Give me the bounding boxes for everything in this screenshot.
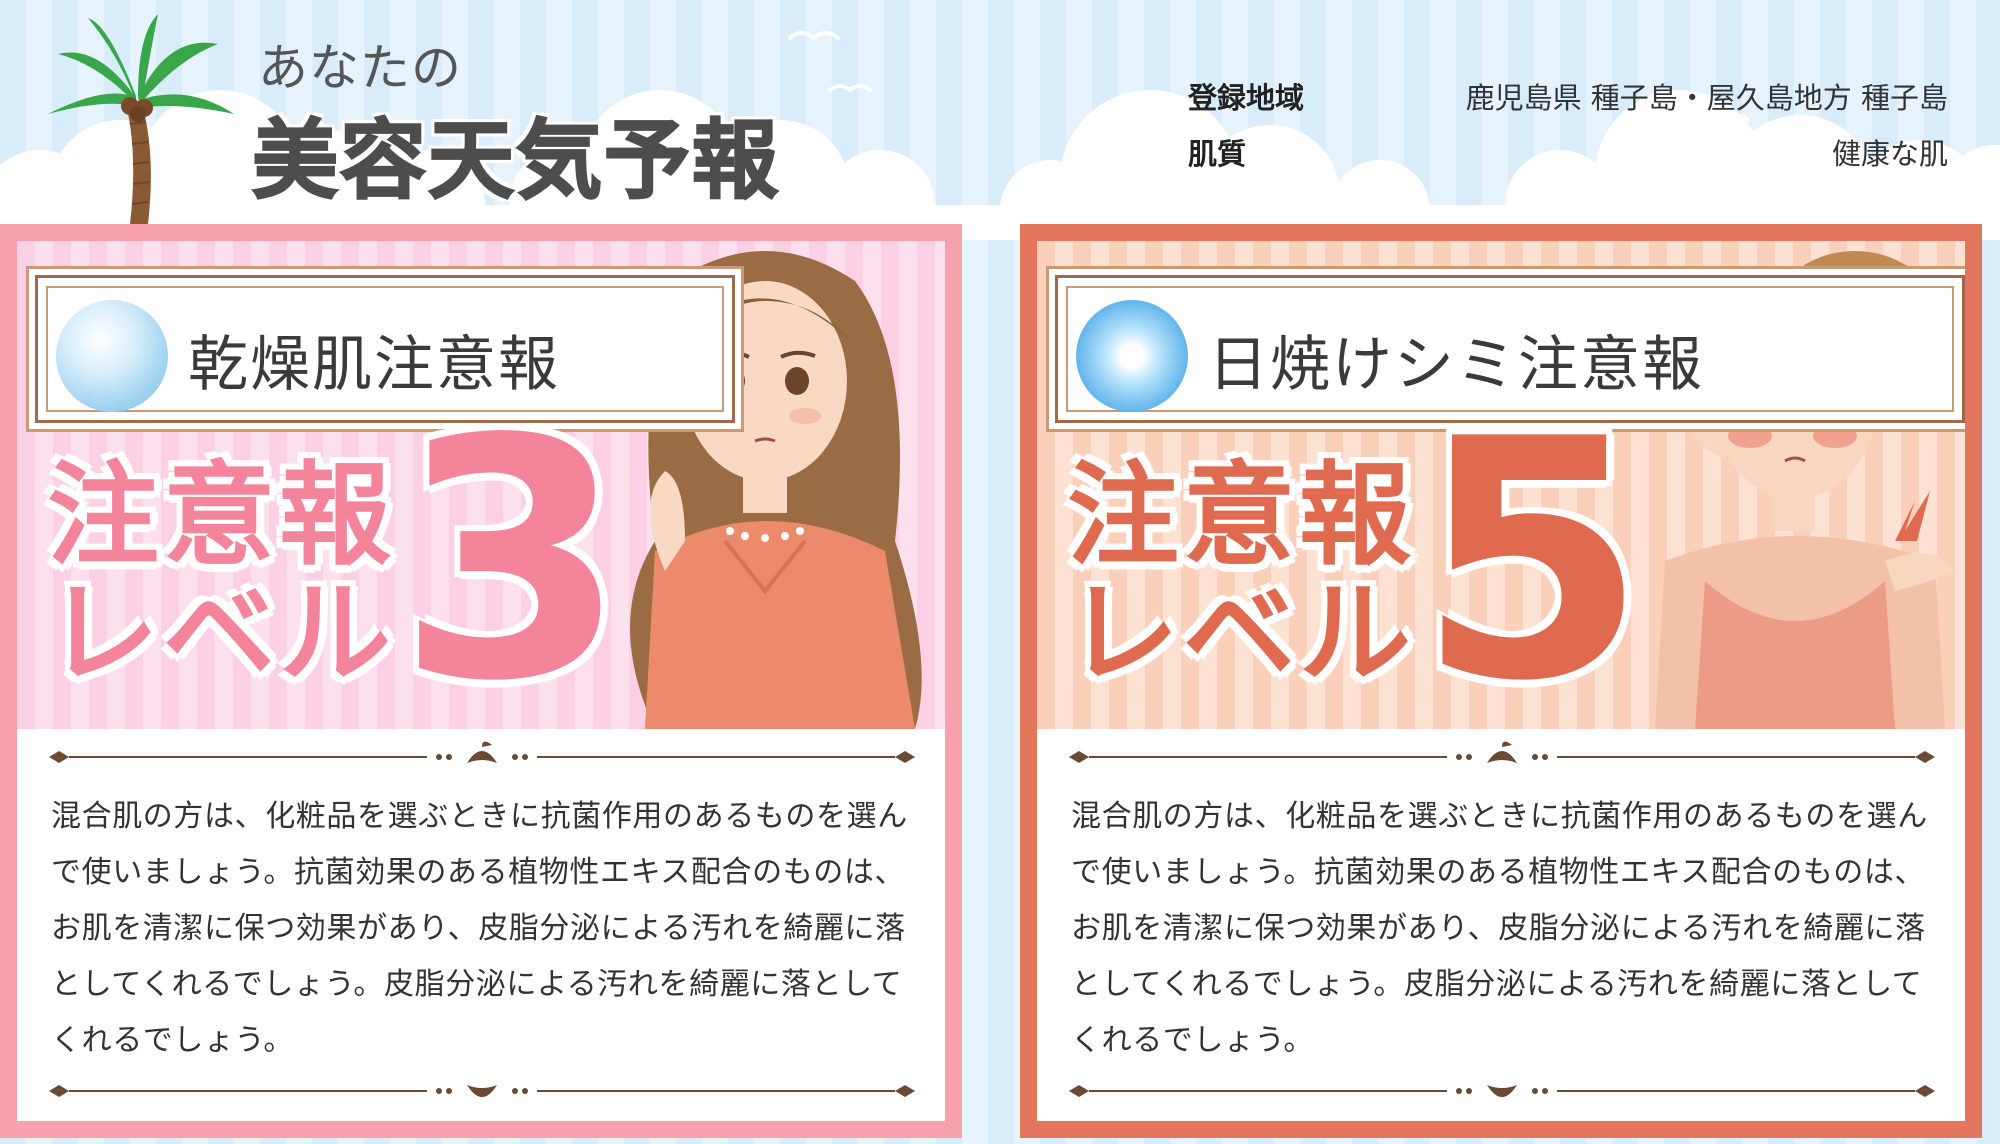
alert-banner: 日焼けシミ注意報 注意報 レベル 5 <box>1037 241 1965 729</box>
skin-type-label: 肌質 <box>1188 137 1247 171</box>
site-logo[interactable]: あなたの 美容天気予報 <box>40 14 800 224</box>
advice-text: 混合肌の方は、化粧品を選ぶときに抗菌作用のあるものを選んで使いましょう。抗菌効果… <box>51 799 908 1058</box>
level-number: 3 <box>397 369 627 729</box>
ornament-divider <box>49 1085 915 1097</box>
sun-burst-icon <box>1076 300 1188 412</box>
region-value: 鹿児島県 種子島・屋久島地方 種子島 <box>1465 81 1948 115</box>
alert-title-box: 乾燥肌注意報 <box>35 275 735 423</box>
user-info-panel: 登録地域 鹿児島県 種子島・屋久島地方 種子島 肌質 健康な肌 <box>1188 68 1948 180</box>
logo-title: 美容天気予報 <box>251 110 780 212</box>
dry-skin-water-icon <box>56 300 168 412</box>
skin-type-value: 健康な肌 <box>1831 137 1948 171</box>
ornament-divider <box>49 741 915 763</box>
alert-banner: 乾燥肌注意報 注意報 レベル 3 <box>17 241 945 729</box>
ornament-divider <box>1069 741 1935 763</box>
sunburn-spot-alert-card: 日焼けシミ注意報 注意報 レベル 5 混合肌の方は、化粧品を選ぶときに抗菌作用の… <box>1020 224 1982 1138</box>
region-label: 登録地域 <box>1188 81 1305 115</box>
advice-text: 混合肌の方は、化粧品を選ぶときに抗菌作用のあるものを選んで使いましょう。抗菌効果… <box>1071 799 1928 1058</box>
level-number: 5 <box>1417 369 1647 729</box>
dry-skin-alert-card: 乾燥肌注意報 注意報 レベル 3 混合肌の方は、化粧品を選ぶときに抗菌作用のある… <box>0 224 962 1138</box>
skin-type-row: 肌質 健康な肌 <box>1188 124 1948 180</box>
region-row: 登録地域 鹿児島県 種子島・屋久島地方 種子島 <box>1188 68 1948 124</box>
ornament-divider <box>1069 1085 1935 1097</box>
